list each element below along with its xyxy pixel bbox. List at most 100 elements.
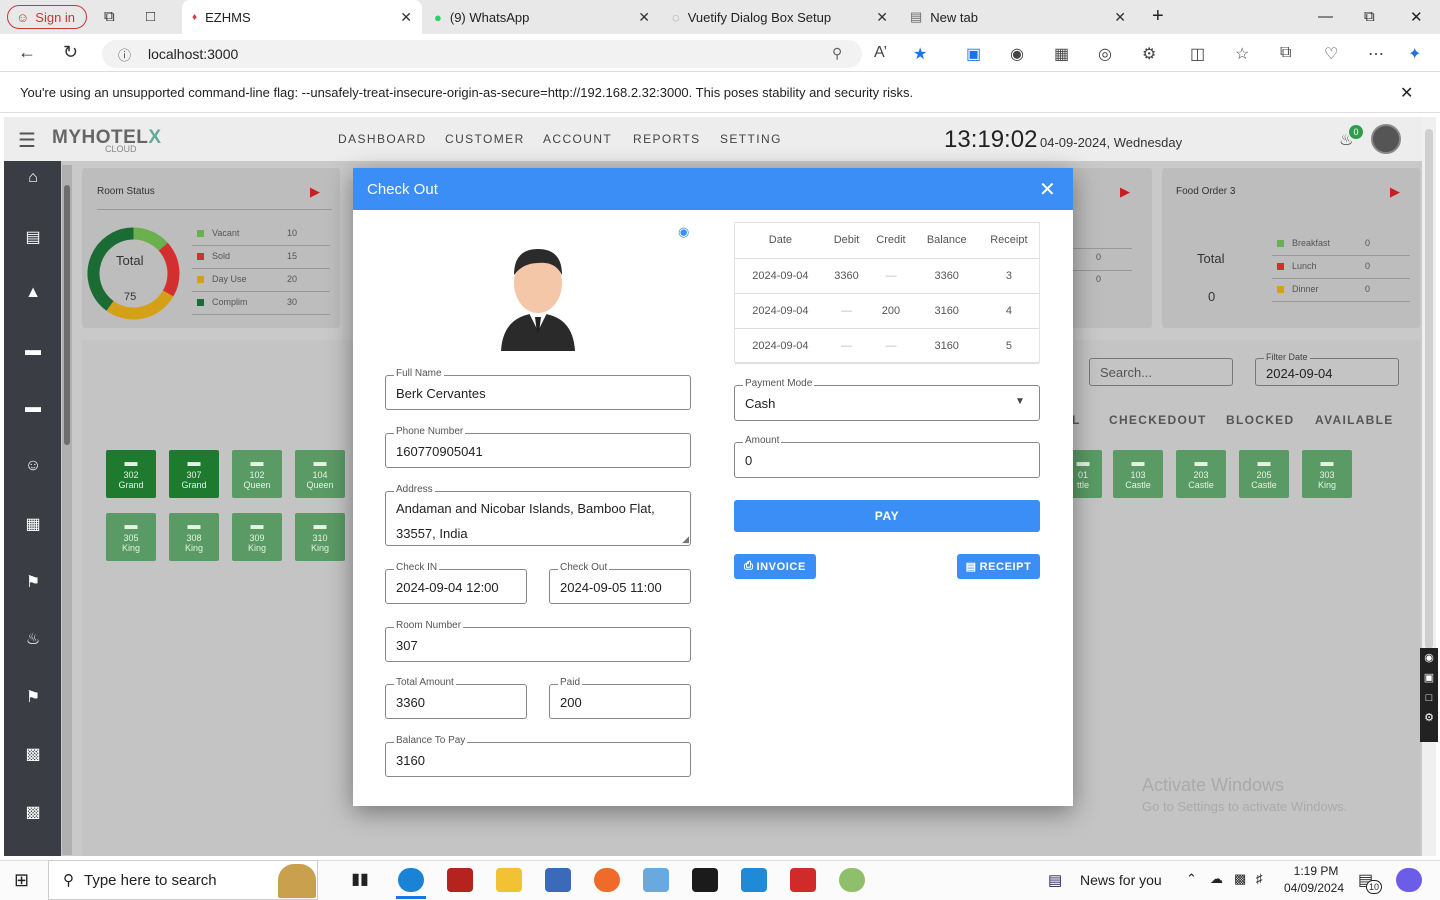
page-scrollbar-thumb[interactable] <box>1425 129 1433 649</box>
filter-date-field[interactable]: Filter Date 2024-09-04 <box>1255 352 1399 386</box>
tab-vuetify-dialog[interactable]: ◌ Vuetify Dialog Box Setup ✕ <box>662 0 898 34</box>
copilot-icon[interactable]: ✦ <box>1408 44 1421 64</box>
tray-time[interactable]: 1:19 PM <box>1285 864 1347 878</box>
chevron-down-icon[interactable]: ▼ <box>1015 396 1025 407</box>
room-tile[interactable]: ▬ 307 Grand <box>169 450 219 498</box>
news-label[interactable]: News for you <box>1080 872 1162 888</box>
money-alt-icon[interactable]: ▩ <box>22 802 44 821</box>
bed-alt-icon[interactable]: ▬ <box>22 399 44 417</box>
left-scrollbar[interactable] <box>62 165 72 855</box>
balance-field[interactable]: Balance To Pay 3160 <box>385 735 691 777</box>
amount-field[interactable]: Amount 0 <box>734 435 1040 478</box>
zoom-icon[interactable]: ⚲ <box>832 45 842 62</box>
postman-icon[interactable] <box>594 868 620 892</box>
file-explorer-icon[interactable] <box>496 868 522 892</box>
check-in-field[interactable]: Check IN 2024-09-04 12:00 <box>385 562 527 604</box>
nav-dashboard[interactable]: DASHBOARD <box>338 132 427 146</box>
read-aloud-icon[interactable]: A’ <box>874 44 887 62</box>
network-icon[interactable]: ▩ <box>1234 871 1246 887</box>
tab-new-tab[interactable]: ▤ New tab ✕ <box>900 0 1136 34</box>
pay-button[interactable]: PAY <box>734 500 1040 532</box>
play-icon[interactable]: ▶ <box>1120 184 1130 200</box>
page-scrollbar[interactable] <box>1422 117 1436 856</box>
money-icon[interactable]: ▩ <box>22 744 44 763</box>
check-out-field[interactable]: Check Out 2024-09-05 11:00 <box>549 562 691 604</box>
volume-muted-icon[interactable]: ♯ <box>1256 871 1263 886</box>
new-tab-button[interactable]: + <box>1152 5 1164 28</box>
id-card-icon[interactable]: ▦ <box>22 514 44 533</box>
search-input[interactable]: Search... <box>1089 358 1233 386</box>
avatar[interactable] <box>1371 124 1401 154</box>
tab-actions-icon[interactable]: □ <box>146 8 155 25</box>
restore-icon[interactable]: ⧉ <box>1364 8 1375 25</box>
tab-ezhms[interactable]: ♦ EZHMS ✕ <box>182 0 422 34</box>
workspaces-icon[interactable]: ⧉ <box>104 8 115 25</box>
close-window-icon[interactable]: ✕ <box>1410 8 1423 26</box>
network-app-icon[interactable] <box>545 868 571 892</box>
refresh-icon[interactable]: ↻ <box>63 42 78 63</box>
vscode-icon[interactable] <box>741 868 767 892</box>
onedrive-icon[interactable]: ☁ <box>1210 871 1223 887</box>
news-icon[interactable]: ▤ <box>1048 871 1062 889</box>
room-tile[interactable]: ▬ 308 King <box>169 513 219 561</box>
play-icon[interactable]: ▶ <box>1390 184 1400 200</box>
extensions-icon[interactable]: ⚙ <box>1142 44 1156 64</box>
video-icon[interactable]: ▣ <box>1420 668 1438 688</box>
windows-start-icon[interactable]: ⊞ <box>14 870 29 891</box>
phone-field[interactable]: Phone Number 160770905041 <box>385 426 691 468</box>
room-tile[interactable]: ▬ 309 King <box>232 513 282 561</box>
nav-reports[interactable]: REPORTS <box>633 132 701 146</box>
room-tile[interactable]: ▬ 305 King <box>106 513 156 561</box>
window-icon[interactable]: □ <box>1420 688 1438 708</box>
camera-icon[interactable]: ◉ <box>1420 648 1438 668</box>
status-tab-checkedout[interactable]: CHECKEDOUT <box>1109 413 1207 427</box>
task-view-icon[interactable]: ▮▮ <box>347 868 373 892</box>
more-menu-icon[interactable]: ⋯ <box>1368 44 1384 64</box>
room-tile[interactable]: ▬ 104 Queen <box>295 450 345 498</box>
edge-icon[interactable] <box>398 868 424 892</box>
close-dialog-icon[interactable]: ✕ <box>1039 177 1056 202</box>
chart-icon[interactable]: ▲ <box>22 284 44 302</box>
status-tab-partial[interactable]: L <box>1072 413 1081 427</box>
room-tile[interactable]: ▬ 203 Castle <box>1176 450 1226 498</box>
room-number-field[interactable]: Room Number 307 <box>385 620 691 662</box>
home-icon[interactable]: ⌂ <box>22 169 44 187</box>
url-field[interactable]: ⓘ localhost:3000 ⚲ <box>102 40 862 68</box>
bank-icon[interactable]: ⚑ <box>22 572 44 591</box>
terminal-icon[interactable] <box>692 868 718 892</box>
info-icon[interactable]: ⓘ <box>118 45 131 64</box>
close-tab-icon[interactable]: ✕ <box>876 9 888 26</box>
close-tab-icon[interactable]: ✕ <box>638 9 650 26</box>
favorite-star-icon[interactable]: ★ <box>913 44 927 64</box>
globe-icon[interactable]: ◎ <box>1098 44 1112 64</box>
nav-customer[interactable]: CUSTOMER <box>445 132 525 146</box>
sign-in-button[interactable]: ☺ Sign in <box>7 5 87 29</box>
extension-ft-icon[interactable]: ▣ <box>966 44 981 64</box>
user-icon[interactable]: ☺ <box>22 457 44 475</box>
favorites-icon[interactable]: ☆ <box>1235 44 1249 64</box>
browser-essentials-icon[interactable]: ♡ <box>1324 44 1338 64</box>
play-icon[interactable]: ▶ <box>310 184 320 200</box>
close-tab-icon[interactable]: ✕ <box>1114 9 1126 26</box>
back-icon[interactable]: ← <box>18 42 36 63</box>
left-scrollbar-thumb[interactable] <box>64 185 70 445</box>
nav-account[interactable]: ACCOUNT <box>543 132 612 146</box>
filezilla-icon[interactable] <box>447 868 473 892</box>
room-tile[interactable]: ▬ 205 Castle <box>1239 450 1289 498</box>
tray-chevron-icon[interactable]: ⌃ <box>1186 871 1197 887</box>
room-tile[interactable]: ▬ 303 King <box>1302 450 1352 498</box>
resize-handle-icon[interactable]: ◢ <box>682 534 689 545</box>
eye-icon[interactable]: ◉ <box>678 224 689 240</box>
collections-icon[interactable]: ⧉ <box>1280 44 1291 62</box>
address-textarea[interactable]: Address Andaman and Nicobar Islands, Bam… <box>385 484 691 546</box>
close-infobar-icon[interactable]: ✕ <box>1400 83 1413 103</box>
room-tile[interactable]: ▬ 310 King <box>295 513 345 561</box>
status-tab-available[interactable]: AVAILABLE <box>1315 413 1394 427</box>
qr-icon[interactable]: ▦ <box>1054 44 1069 64</box>
status-tab-blocked[interactable]: BLOCKED <box>1226 413 1294 427</box>
heidisql-icon[interactable] <box>790 868 816 892</box>
calendar-icon[interactable]: ▤ <box>22 227 44 246</box>
copilot-taskbar-icon[interactable] <box>1396 868 1422 892</box>
room-tile[interactable]: ▬ 102 Queen <box>232 450 282 498</box>
bed-icon[interactable]: ▬ <box>22 342 44 360</box>
